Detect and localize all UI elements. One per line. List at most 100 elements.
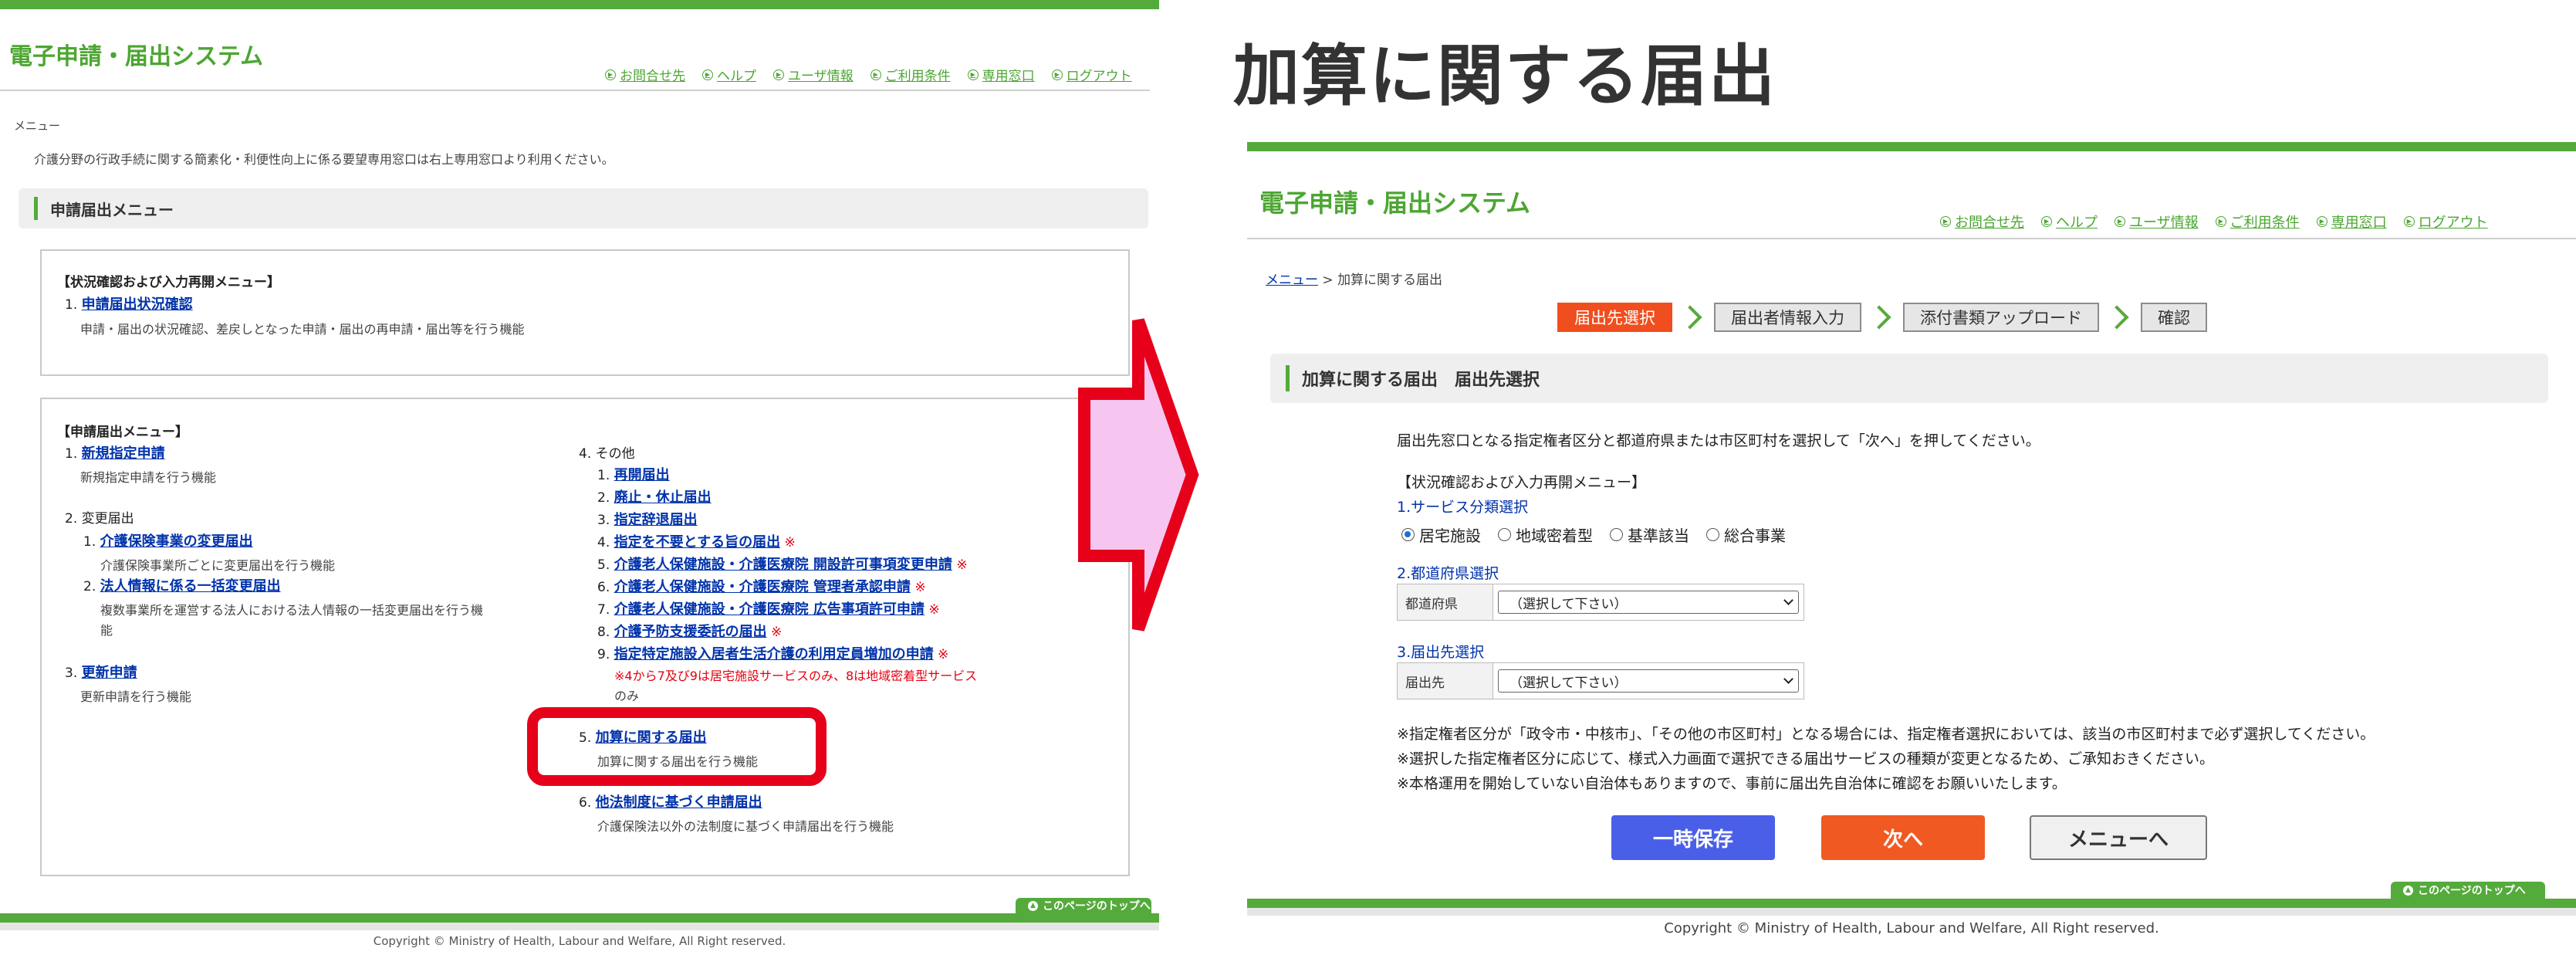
breadcrumb: メニュー > 加算に関する届出 xyxy=(1266,273,1443,288)
circle-arrow-icon: ▶ xyxy=(870,69,881,80)
change-notification-link[interactable]: 介護保険事業の変更届出 xyxy=(100,533,253,550)
header-links: ▶ お問合せ先 ▶ ヘルプ ▶ ユーザ情報 ▶ ご利用条件 ▶ 専用窓口 ▶ ログアウト xyxy=(605,65,1132,84)
resume-link[interactable]: 再開届出 xyxy=(614,467,670,483)
circle-arrow-icon: ▶ xyxy=(605,69,616,80)
circle-arrow-icon: ▶ xyxy=(1940,216,1951,227)
radio-community[interactable]: 地域密着型 xyxy=(1498,523,1593,546)
menu-item-renewal: 3. 更新申請 xyxy=(65,665,137,681)
note-text: ※本格運用を開始していない自治体もありますので、事前に届出先自治体に確認をお願い… xyxy=(1397,775,2067,792)
corporate-change-link[interactable]: 法人情報に係る一括変更届出 xyxy=(100,578,281,594)
other-law-link[interactable]: 他法制度に基づく申請届出 xyxy=(596,794,762,811)
abolish-suspend-link[interactable]: 廃止・休止届出 xyxy=(614,489,712,506)
header-link-contact[interactable]: ▶ お問合せ先 xyxy=(1940,212,2024,232)
pref-select[interactable]: （選択して下さい） xyxy=(1498,591,1799,614)
manager-approval-link[interactable]: 介護老人保健施設・介護医療院 管理者承認申請 xyxy=(614,579,911,595)
renewal-link[interactable]: 更新申請 xyxy=(82,665,137,681)
radio-button[interactable] xyxy=(1610,528,1623,541)
circle-arrow-icon: ▶ xyxy=(2041,216,2052,227)
menu-item-change: 1. 介護保険事業の変更届出 xyxy=(83,533,253,550)
new-application-desc: 新規指定申請を行う機能 xyxy=(80,470,217,485)
capacity-increase-link[interactable]: 指定特定施設入居者生活介護の利用定員増加の申請 xyxy=(614,646,934,662)
copyright: Copyright © Ministry of Health, Labour a… xyxy=(373,934,786,948)
new-application-link[interactable]: 新規指定申請 xyxy=(82,445,165,462)
other-item: 1. 再開届出 xyxy=(597,467,670,483)
step-applicant-info: 届出者情報入力 xyxy=(1714,303,1861,332)
dest-label: 3.届出先選択 xyxy=(1397,644,1485,661)
header-link-contact[interactable]: ▶ お問合せ先 xyxy=(605,65,685,84)
circle-arrow-icon: ▶ xyxy=(1051,69,1063,80)
radio-button[interactable] xyxy=(1401,528,1415,541)
chevron-down-icon xyxy=(1783,595,1793,605)
radio-comprehensive[interactable]: 総合事業 xyxy=(1706,523,1786,546)
circle-arrow-icon: ▶ xyxy=(2403,216,2415,227)
status-menu-item: 1. 申請届出状況確認 xyxy=(65,296,193,313)
temp-save-button[interactable]: 一時保存 xyxy=(1611,815,1775,860)
up-arrow-icon: ▲ xyxy=(2403,885,2413,896)
page-top-button[interactable]: ▲ このページのトップへ xyxy=(1016,898,1151,913)
other-item: 3. 指定辞退届出 xyxy=(597,512,698,528)
header-link-help[interactable]: ▶ ヘルプ xyxy=(2041,212,2098,232)
dest-select-row: 届出先 （選択して下さい） xyxy=(1397,662,1804,699)
section-header: 申請届出メニュー xyxy=(19,188,1148,229)
copyright: Copyright © Ministry of Health, Labour a… xyxy=(1664,920,2159,936)
apply-menu-box: 【申請届出メニュー】 1. 新規指定申請 新規指定申請を行う機能 2. 変更届出… xyxy=(40,398,1130,876)
radio-button[interactable] xyxy=(1706,528,1719,541)
status-menu-box: 【状況確認および入力再開メニュー】 1. 申請届出状況確認 申請・届出の状況確認… xyxy=(40,249,1130,376)
dest-select[interactable]: （選択して下さい） xyxy=(1498,669,1799,693)
dest-field-label: 届出先 xyxy=(1398,663,1493,699)
circle-arrow-icon: ▶ xyxy=(773,69,784,80)
note-text: ※選択した指定権者区分に応じて、様式入力画面で選択できる届出サービスの種類が変更… xyxy=(1397,750,2215,767)
header-link-logout[interactable]: ▶ ログアウト xyxy=(1051,65,1132,84)
header-link-user-info[interactable]: ▶ ユーザ情報 xyxy=(2115,212,2199,232)
back-to-menu-button[interactable]: メニューへ xyxy=(2030,815,2207,860)
top-green-bar xyxy=(1247,142,2576,151)
opening-permit-link[interactable]: 介護老人保健施設・介護医療院 開設許可事項変更申請 xyxy=(614,557,952,573)
ad-permit-link[interactable]: 介護老人保健施設・介護医療院 広告事項許可申請 xyxy=(614,601,925,618)
header-link-user-info[interactable]: ▶ ユーザ情報 xyxy=(773,65,854,84)
asterisk-mark: ※ xyxy=(784,535,796,550)
other-item: 2. 廃止・休止届出 xyxy=(597,489,712,506)
footer-gray-bar xyxy=(0,923,1159,930)
section-header: 加算に関する届出 届出先選択 xyxy=(1270,354,2548,403)
not-required-link[interactable]: 指定を不要とする旨の届出 xyxy=(614,534,780,550)
other-item: 7. 介護老人保健施設・介護医療院 広告事項許可申請 ※ xyxy=(597,601,940,618)
breadcrumb-current: 加算に関する届出 xyxy=(1337,273,1443,288)
header-link-logout[interactable]: ▶ ログアウト xyxy=(2403,212,2488,232)
breadcrumb-menu-link[interactable]: メニュー xyxy=(1266,273,1318,288)
circle-arrow-icon: ▶ xyxy=(2215,216,2226,227)
other-item: 8. 介護予防支援委託の届出 ※ xyxy=(597,624,783,640)
radio-standard[interactable]: 基準該当 xyxy=(1610,523,1689,546)
page-top-button[interactable]: ▲ このページのトップへ xyxy=(2391,882,2545,899)
other-item: 6. 介護老人保健施設・介護医療院 管理者承認申請 ※ xyxy=(597,579,926,595)
notice-text: 介護分野の行政手続に関する簡素化・利便性向上に係る要望専用窓口は右上専用窓口より… xyxy=(34,152,614,167)
top-green-bar xyxy=(0,0,1159,9)
step-attachment-upload: 添付書類アップロード xyxy=(1903,303,2099,332)
status-menu-heading: 【状況確認および入力再開メニュー】 xyxy=(57,275,280,290)
renewal-desc: 更新申請を行う機能 xyxy=(80,689,192,704)
service-radio-group: 居宅施設 地域密着型 基準該当 総合事業 xyxy=(1401,523,1786,546)
other-note-cont: のみ xyxy=(614,689,640,703)
corporate-change-desc: 複数事業所を運営する法人における法人情報の一括変更届出を行う機 xyxy=(100,603,484,618)
header-link-terms[interactable]: ▶ ご利用条件 xyxy=(870,65,951,84)
header-link-terms[interactable]: ▶ ご利用条件 xyxy=(2215,212,2300,232)
header-link-help[interactable]: ▶ ヘルプ xyxy=(702,65,756,84)
step-destination: 届出先選択 xyxy=(1557,303,1672,332)
radio-button[interactable] xyxy=(1498,528,1511,541)
circle-arrow-icon: ▶ xyxy=(2115,216,2125,227)
circle-arrow-icon: ▶ xyxy=(702,69,713,80)
next-button[interactable]: 次へ xyxy=(1821,815,1985,860)
asterisk-mark: ※ xyxy=(928,602,940,618)
step-confirm: 確認 xyxy=(2141,303,2207,332)
header-link-dedicated-window[interactable]: ▶ 専用窓口 xyxy=(967,65,1035,84)
radio-home-facility[interactable]: 居宅施設 xyxy=(1401,523,1481,546)
app-title: 電子申請・届出システム xyxy=(1259,188,1531,218)
footer-green-bar xyxy=(0,913,1159,923)
asterisk-mark: ※ xyxy=(914,580,926,595)
service-label: 1.サービス分類選択 xyxy=(1397,499,1529,516)
decline-link[interactable]: 指定辞退届出 xyxy=(614,512,698,528)
other-heading: 4. その他 xyxy=(579,446,635,462)
status-check-link[interactable]: 申請届出状況確認 xyxy=(82,296,193,313)
right-screenshot-panel: 電子申請・届出システム ▶ お問合せ先 ▶ ヘルプ ▶ ユーザ情報 ▶ ご利用条件 ▶ 専… xyxy=(1247,142,2576,955)
header-link-dedicated-window[interactable]: ▶ 専用窓口 xyxy=(2316,212,2387,232)
prevention-support-link[interactable]: 介護予防支援委託の届出 xyxy=(614,624,767,640)
